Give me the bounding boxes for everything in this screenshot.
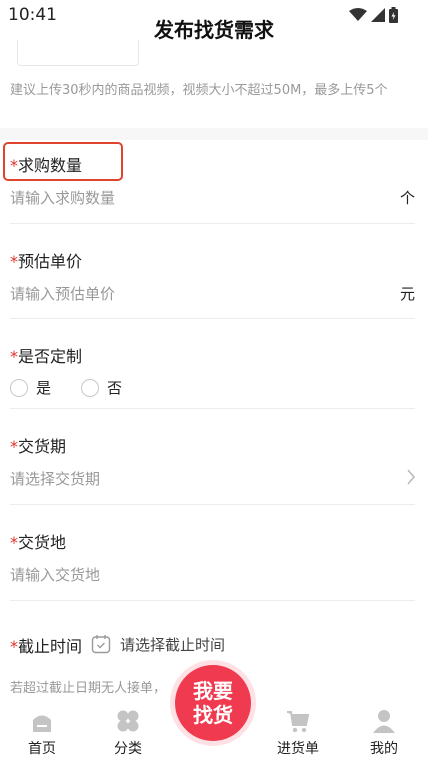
radio-circle-icon [81, 378, 99, 397]
quantity-input[interactable]: 请输入求购数量 [10, 187, 115, 208]
tab-profile[interactable]: 我的 [354, 708, 414, 758]
delivery-place-label: *交货地 [10, 529, 66, 553]
tab-cart-label: 进货单 [277, 741, 319, 757]
custom-no-radio[interactable]: 否 [81, 377, 122, 398]
divider [10, 318, 415, 319]
price-unit: 元 [399, 285, 415, 303]
divider [10, 504, 415, 505]
video-upload-box[interactable] [17, 40, 139, 66]
deadline-label: *截止时间 [10, 633, 82, 657]
custom-label: *是否定制 [10, 343, 82, 367]
required-mark: * [10, 533, 18, 552]
divider [10, 600, 415, 601]
required-mark: * [10, 347, 18, 366]
quantity-unit: 个 [399, 189, 415, 207]
section-gap [0, 128, 428, 140]
delivery-period-select[interactable]: 请选择交货期 [10, 468, 100, 489]
quantity-label: *求购数量 [10, 152, 82, 176]
tab-category[interactable]: 分类 [98, 708, 158, 758]
radio-circle-icon [10, 378, 28, 397]
deadline-label-text: 截止时间 [18, 637, 83, 656]
upload-hint: 建议上传30秒内的商品视频，视频大小不超过50M，最多上传5个 [10, 83, 388, 98]
price-label: *预估单价 [10, 248, 82, 272]
category-icon [117, 710, 139, 732]
find-goods-button[interactable]: 我要 找货 [175, 665, 251, 741]
custom-no-label: 否 [107, 379, 123, 397]
deadline-select[interactable]: 请选择截止时间 [120, 634, 225, 655]
tab-home-label: 首页 [28, 741, 56, 757]
quantity-label-text: 求购数量 [18, 156, 83, 175]
required-mark: * [10, 156, 18, 175]
fab-line1: 我要 [193, 679, 233, 703]
tab-category-label: 分类 [114, 741, 142, 757]
tab-home[interactable]: 首页 [12, 708, 72, 758]
delivery-place-input[interactable]: 请输入交货地 [10, 564, 100, 585]
home-icon [33, 715, 51, 732]
required-mark: * [10, 637, 18, 656]
custom-yes-radio[interactable]: 是 [10, 377, 51, 398]
required-mark: * [10, 252, 18, 271]
divider [10, 408, 415, 409]
tab-cart[interactable]: 进货单 [268, 708, 328, 758]
chevron-right-icon[interactable] [406, 468, 416, 486]
fab-line2: 找货 [193, 703, 233, 727]
price-label-text: 预估单价 [18, 252, 83, 271]
custom-label-text: 是否定制 [18, 347, 83, 366]
tab-profile-label: 我的 [370, 741, 398, 757]
custom-yes-label: 是 [36, 379, 52, 397]
calendar-icon[interactable] [91, 634, 111, 654]
profile-icon [373, 710, 395, 733]
delivery-period-label-text: 交货期 [18, 437, 67, 456]
delivery-place-label-text: 交货地 [18, 533, 67, 552]
page-title: 发布找货需求 [154, 18, 274, 42]
cart-icon [287, 711, 310, 733]
divider [10, 223, 415, 224]
price-input[interactable]: 请输入预估单价 [10, 283, 115, 304]
delivery-period-label: *交货期 [10, 433, 66, 457]
required-mark: * [10, 437, 18, 456]
deadline-notice: 若超过截止日期无人接单， [10, 681, 167, 696]
